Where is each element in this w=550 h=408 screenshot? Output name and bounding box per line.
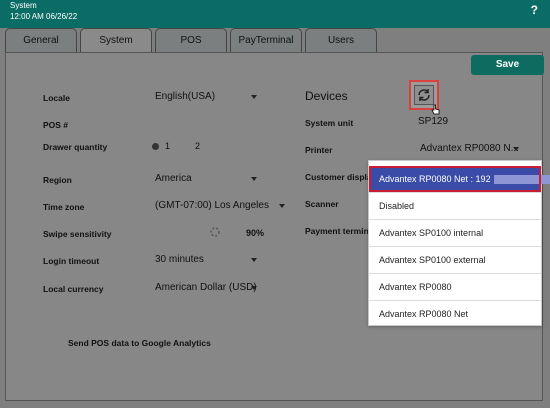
drawer-radio-1-icon[interactable] bbox=[152, 143, 159, 150]
printer-option-sp0100-internal[interactable]: Advantex SP0100 internal bbox=[369, 220, 541, 246]
region-label: Region bbox=[43, 175, 72, 185]
local-currency-label: Local currency bbox=[43, 284, 104, 294]
hand-cursor-icon bbox=[431, 104, 440, 115]
tab-system[interactable]: System bbox=[80, 28, 152, 52]
scanner-label: Scanner bbox=[305, 199, 339, 209]
printer-select[interactable]: Advantex RP0080 N... bbox=[420, 143, 519, 154]
region-select[interactable]: America bbox=[155, 173, 192, 184]
system-unit-value: SP129 bbox=[418, 116, 449, 127]
drawer-option-1[interactable]: 1 bbox=[165, 141, 170, 151]
swipe-sensitivity-label: Swipe sensitivity bbox=[43, 229, 112, 239]
devices-title: Devices bbox=[305, 89, 348, 103]
printer-label: Printer bbox=[305, 145, 333, 155]
swipe-sensitivity-value: 90% bbox=[246, 228, 265, 238]
region-caret-icon[interactable] bbox=[251, 177, 257, 181]
refresh-icon[interactable] bbox=[414, 85, 434, 105]
printer-option-selected[interactable]: Advantex RP0080 Net : 192 bbox=[369, 166, 550, 192]
printer-option-sp0100-external[interactable]: Advantex SP0100 external bbox=[369, 247, 541, 273]
payment-terminal-label: Payment termin bbox=[305, 226, 369, 236]
time-zone-select[interactable]: (GMT-07:00) Los Angeles bbox=[155, 200, 269, 211]
pos-number-label: POS # bbox=[43, 120, 69, 130]
save-button[interactable]: Save bbox=[471, 55, 544, 75]
customer-display-label: Customer displa bbox=[305, 172, 372, 182]
help-button[interactable]: ? bbox=[531, 3, 538, 17]
login-timeout-select[interactable]: 30 minutes bbox=[155, 254, 204, 265]
tab-general[interactable]: General bbox=[5, 28, 77, 52]
local-currency-caret-icon[interactable] bbox=[251, 286, 257, 290]
system-unit-label: System unit bbox=[305, 118, 354, 128]
tab-pos[interactable]: POS bbox=[155, 28, 227, 52]
time-zone-caret-icon[interactable] bbox=[279, 204, 285, 208]
printer-option-rp0080[interactable]: Advantex RP0080 bbox=[369, 274, 541, 300]
drawer-quantity-label: Drawer quantity bbox=[43, 142, 108, 152]
datetime: 12:00 AM 06/26/22 bbox=[10, 12, 78, 21]
drawer-option-2[interactable]: 2 bbox=[195, 141, 200, 151]
local-currency-select[interactable]: American Dollar (USD) bbox=[155, 282, 257, 293]
spinner-icon bbox=[210, 227, 220, 237]
login-timeout-label: Login timeout bbox=[43, 256, 100, 266]
locale-label: Locale bbox=[43, 93, 70, 103]
login-timeout-caret-icon[interactable] bbox=[251, 258, 257, 262]
locale-caret-icon[interactable] bbox=[251, 95, 257, 99]
tab-payterminal[interactable]: PayTerminal bbox=[230, 28, 302, 52]
tab-users[interactable]: Users bbox=[305, 28, 377, 52]
printer-option-rp0080-net[interactable]: Advantex RP0080 Net bbox=[369, 301, 541, 327]
printer-caret-icon[interactable] bbox=[513, 147, 519, 151]
time-zone-label: Time zone bbox=[43, 202, 85, 212]
printer-option-disabled[interactable]: Disabled bbox=[369, 193, 541, 219]
title-bar: System 12:00 AM 06/26/22 ? bbox=[0, 0, 550, 28]
redacted-address bbox=[493, 175, 550, 185]
window-title: System bbox=[10, 1, 37, 10]
google-analytics-label[interactable]: Send POS data to Google Analytics bbox=[68, 338, 211, 348]
locale-select[interactable]: English(USA) bbox=[155, 91, 215, 102]
printer-dropdown-list: Advantex RP0080 Net : 192 Disabled Advan… bbox=[368, 160, 550, 327]
printer-option-label: Advantex RP0080 Net : 192 bbox=[379, 174, 491, 184]
